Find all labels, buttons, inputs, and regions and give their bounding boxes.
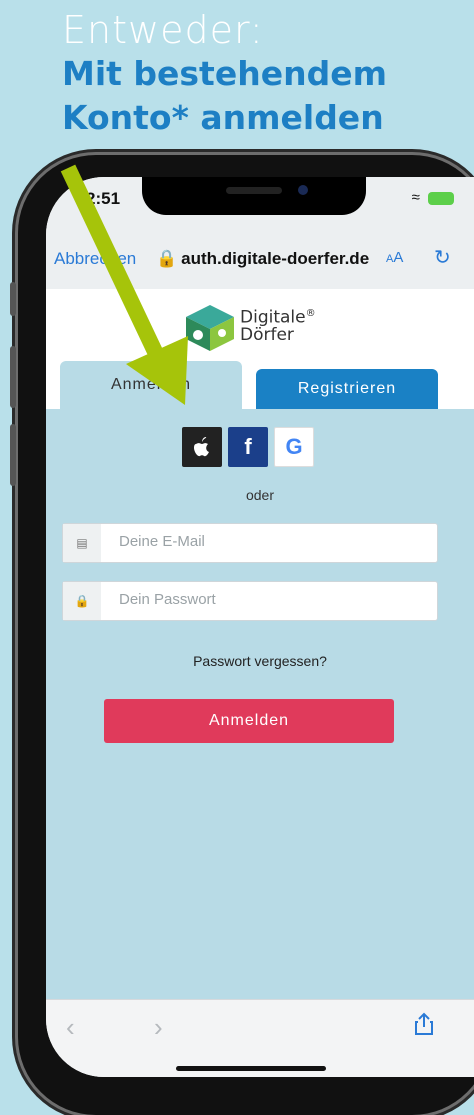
phone-side-button <box>10 346 16 408</box>
wifi-icon: ≈ <box>411 189 420 206</box>
reload-icon[interactable]: ↻ <box>434 245 451 270</box>
headline-line-2: Mit bestehendem <box>62 54 387 93</box>
auth-tabs: Anmelden Registrieren <box>46 361 474 409</box>
front-camera <box>298 185 308 195</box>
status-icons: ≈ <box>412 189 454 206</box>
facebook-login-button[interactable]: f <box>228 427 268 467</box>
login-button[interactable]: Anmelden <box>104 699 394 743</box>
apple-icon <box>194 437 209 457</box>
or-separator: oder <box>245 487 275 503</box>
google-icon: G <box>285 434 303 459</box>
digitale-doerfer-logo: Digitale® Dörfer <box>184 303 316 353</box>
share-icon[interactable] <box>414 1012 434 1042</box>
email-field-wrapper: ▤ <box>62 523 438 563</box>
url-text: auth.digitale-doerfer.de <box>181 249 370 268</box>
logo-text: Digitale® Dörfer <box>240 307 316 345</box>
back-icon[interactable]: ‹ <box>66 1012 75 1043</box>
browser-url-bar: Abbrechen 🔒 auth.digitale-doerfer.de AA ↻ <box>46 227 474 290</box>
reader-text-size-button[interactable]: AA <box>386 249 403 266</box>
tab-login[interactable]: Anmelden <box>60 361 242 409</box>
browser-toolbar: ‹ › <box>46 999 474 1077</box>
lock-icon: 🔒 <box>63 582 101 620</box>
cube-logo-icon <box>186 305 234 351</box>
forgot-password-link[interactable]: Passwort vergessen? <box>46 653 474 669</box>
cancel-button[interactable]: Abbrechen <box>54 249 136 269</box>
notch <box>142 177 366 215</box>
headline-line-1: Entweder: <box>62 8 264 52</box>
login-panel: f G oder ▤ 🔒 Passwort vergessen? Anmelde… <box>46 409 474 999</box>
email-field[interactable] <box>117 532 421 551</box>
google-login-button[interactable]: G <box>274 427 314 467</box>
status-bar: 2:51 ≈ <box>46 177 474 227</box>
url-field[interactable]: 🔒 auth.digitale-doerfer.de <box>156 249 369 269</box>
password-field-wrapper: 🔒 <box>62 581 438 621</box>
lock-icon: 🔒 <box>156 249 178 268</box>
web-page: Digitale® Dörfer Anmelden Registrieren f… <box>46 289 474 999</box>
status-time: 2:51 <box>86 189 121 208</box>
home-indicator <box>176 1066 326 1071</box>
email-icon: ▤ <box>63 524 101 562</box>
password-field[interactable] <box>117 590 421 609</box>
speaker <box>226 187 282 194</box>
forward-icon[interactable]: › <box>154 1012 163 1043</box>
tab-register[interactable]: Registrieren <box>256 369 438 409</box>
headline: Entweder: Mit bestehendem Konto* anmelde… <box>62 8 472 140</box>
phone-side-button <box>10 282 16 316</box>
facebook-icon: f <box>244 434 252 459</box>
phone-side-button <box>10 424 16 486</box>
apple-login-button[interactable] <box>182 427 222 467</box>
headline-line-3: Konto* anmelden <box>62 98 384 137</box>
phone-screen: 2:51 ≈ Abbrechen 🔒 auth.digitale-doerfer.… <box>46 177 474 1077</box>
battery-icon <box>428 191 454 205</box>
